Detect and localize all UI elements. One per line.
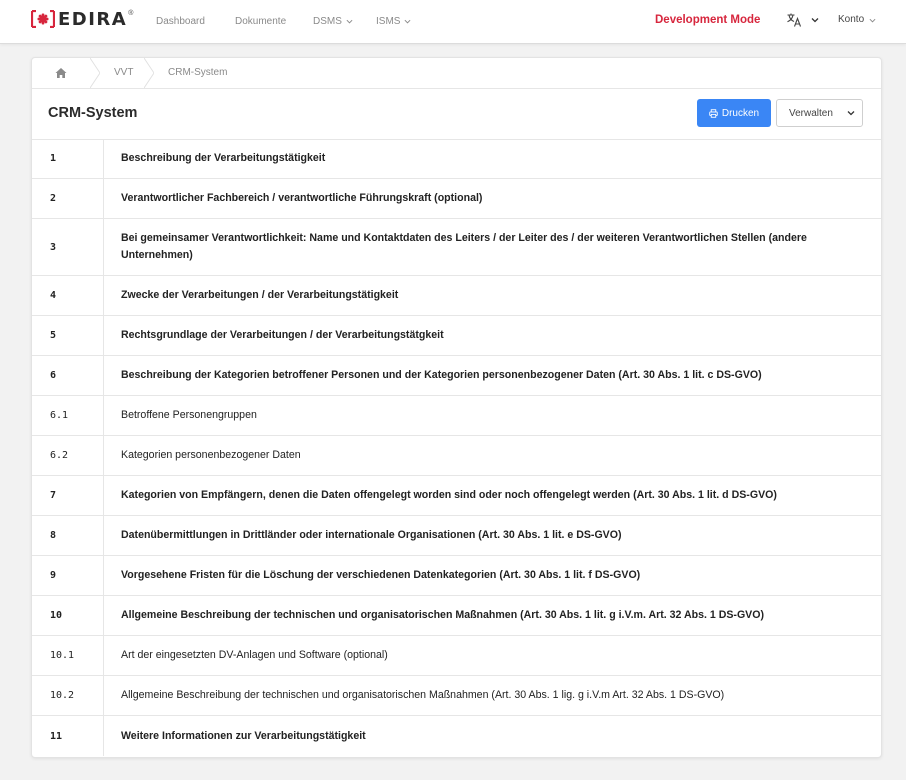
table-row[interactable]: 8 Datenübermittlungen in Drittländer ode… [32, 516, 881, 556]
chevron-down-icon [404, 19, 411, 24]
nav-isms-dropdown[interactable]: ISMS [376, 0, 411, 43]
manage-button-label: Verwalten [789, 107, 833, 119]
row-number: 10.2 [32, 676, 104, 715]
nav-dashboard-label: Dashboard [156, 16, 205, 27]
printer-icon [709, 108, 718, 118]
row-title: Verantwortlicher Fachbereich / verantwor… [121, 192, 483, 204]
row-number: 2 [32, 179, 104, 218]
row-number: 4 [32, 276, 104, 315]
breadcrumb: VVT CRM-System [32, 58, 881, 89]
edira-logo-icon [31, 10, 55, 28]
row-title: Betroffene Personengruppen [121, 409, 257, 421]
row-title: Bei gemeinsamer Verantwortlichkeit: Name… [121, 232, 807, 261]
brand-name: EDIRA [58, 9, 128, 30]
breadcrumb-vvt[interactable]: VVT [100, 58, 144, 88]
nav-dokumente[interactable]: Dokumente [235, 0, 286, 43]
row-number: 6.2 [32, 436, 104, 475]
table-row[interactable]: 3 Bei gemeinsamer Verantwortlichkeit: Na… [32, 219, 881, 276]
table-row[interactable]: 10 Allgemeine Beschreibung der technisch… [32, 596, 881, 636]
table-row[interactable]: 6 Beschreibung der Kategorien betroffene… [32, 356, 881, 396]
table-row[interactable]: 6.2 Kategorien personenbezogener Daten [32, 436, 881, 476]
brand-logo[interactable]: EDIRA ® [31, 10, 133, 32]
table-row[interactable]: 9 Vorgesehene Fristen für die Löschung d… [32, 556, 881, 596]
row-number: 8 [32, 516, 104, 555]
table-row[interactable]: 1 Beschreibung der Verarbeitungstätigkei… [32, 139, 881, 179]
row-number: 5 [32, 316, 104, 355]
row-title: Allgemeine Beschreibung der technischen … [121, 689, 725, 701]
language-selector[interactable] [786, 12, 819, 28]
row-title: Datenübermittlungen in Drittländer oder … [121, 529, 622, 541]
row-number: 6 [32, 356, 104, 395]
account-menu[interactable]: Konto [838, 0, 876, 40]
page-title: CRM-System [48, 105, 138, 121]
home-icon [55, 68, 67, 78]
print-button-label: Drucken [721, 107, 760, 119]
table-row[interactable]: 10.2 Allgemeine Beschreibung der technis… [32, 676, 881, 716]
row-title: Zwecke der Verarbeitungen / der Verarbei… [121, 289, 399, 301]
row-number: 1 [32, 139, 104, 178]
nav-dsms-dropdown[interactable]: DSMS [313, 0, 353, 43]
row-number: 9 [32, 556, 104, 595]
chevron-down-icon [847, 111, 855, 116]
nav-isms-label: ISMS [376, 16, 401, 27]
row-title: Weitere Informationen zur Verarbeitungst… [121, 729, 366, 742]
table-row[interactable]: 10.1 Art der eingesetzten DV-Anlagen und… [32, 636, 881, 676]
row-title: Rechtsgrundlage der Verarbeitungen / der… [121, 329, 444, 341]
row-title: Kategorien von Empfängern, denen die Dat… [121, 489, 777, 501]
table-row[interactable]: 7 Kategorien von Empfängern, denen die D… [32, 476, 881, 516]
breadcrumb-home[interactable] [32, 58, 90, 88]
development-mode-indicator: Development Mode [655, 14, 761, 26]
brand-registered-mark: ® [128, 10, 134, 17]
nav-dokumente-label: Dokumente [235, 16, 287, 27]
page-header: CRM-System Drucken Verwalten [32, 89, 881, 140]
table-row[interactable]: 6.1 Betroffene Personengruppen [32, 396, 881, 436]
breadcrumb-separator [90, 58, 100, 88]
row-title: Kategorien personenbezogener Daten [121, 449, 301, 461]
print-button[interactable]: Drucken [697, 99, 771, 127]
account-label: Konto [838, 14, 865, 25]
row-number: 10 [32, 596, 104, 635]
row-number: 3 [32, 219, 104, 275]
breadcrumb-current: CRM-System [168, 67, 228, 78]
row-title: Allgemeine Beschreibung der technischen … [121, 609, 765, 621]
content-card: VVT CRM-System CRM-System Drucken Verwal… [31, 57, 882, 758]
row-number: 6.1 [32, 396, 104, 435]
row-title: Art der eingesetzten DV-Anlagen und Soft… [121, 649, 388, 661]
chevron-down-icon [811, 18, 819, 23]
nav-dsms-label: DSMS [313, 16, 342, 27]
chevron-down-icon [869, 18, 876, 22]
breadcrumb-separator [144, 58, 154, 88]
chevron-down-icon [346, 19, 353, 24]
table-row[interactable]: 4 Zwecke der Verarbeitungen / der Verarb… [32, 276, 881, 316]
row-title: Beschreibung der Kategorien betroffener … [121, 369, 762, 381]
translate-icon [787, 13, 802, 27]
row-title: Beschreibung der Verarbeitungstätigkeit [121, 152, 326, 164]
row-number: 10.1 [32, 636, 104, 675]
table-row[interactable]: 5 Rechtsgrundlage der Verarbeitungen / d… [32, 316, 881, 356]
nav-dashboard[interactable]: Dashboard [156, 0, 205, 43]
table-row[interactable]: 11 Weitere Informationen zur Verarbeitun… [32, 716, 881, 756]
row-number: 11 [32, 716, 104, 756]
vvt-table: 1 Beschreibung der Verarbeitungstätigkei… [32, 139, 881, 756]
row-title: Vorgesehene Fristen für die Löschung der… [121, 569, 641, 581]
table-row[interactable]: 2 Verantwortlicher Fachbereich / verantw… [32, 179, 881, 219]
manage-dropdown-button[interactable]: Verwalten [776, 99, 863, 127]
top-navbar: EDIRA ® Dashboard Dokumente DSMS ISMS De… [0, 0, 906, 44]
row-number: 7 [32, 476, 104, 515]
